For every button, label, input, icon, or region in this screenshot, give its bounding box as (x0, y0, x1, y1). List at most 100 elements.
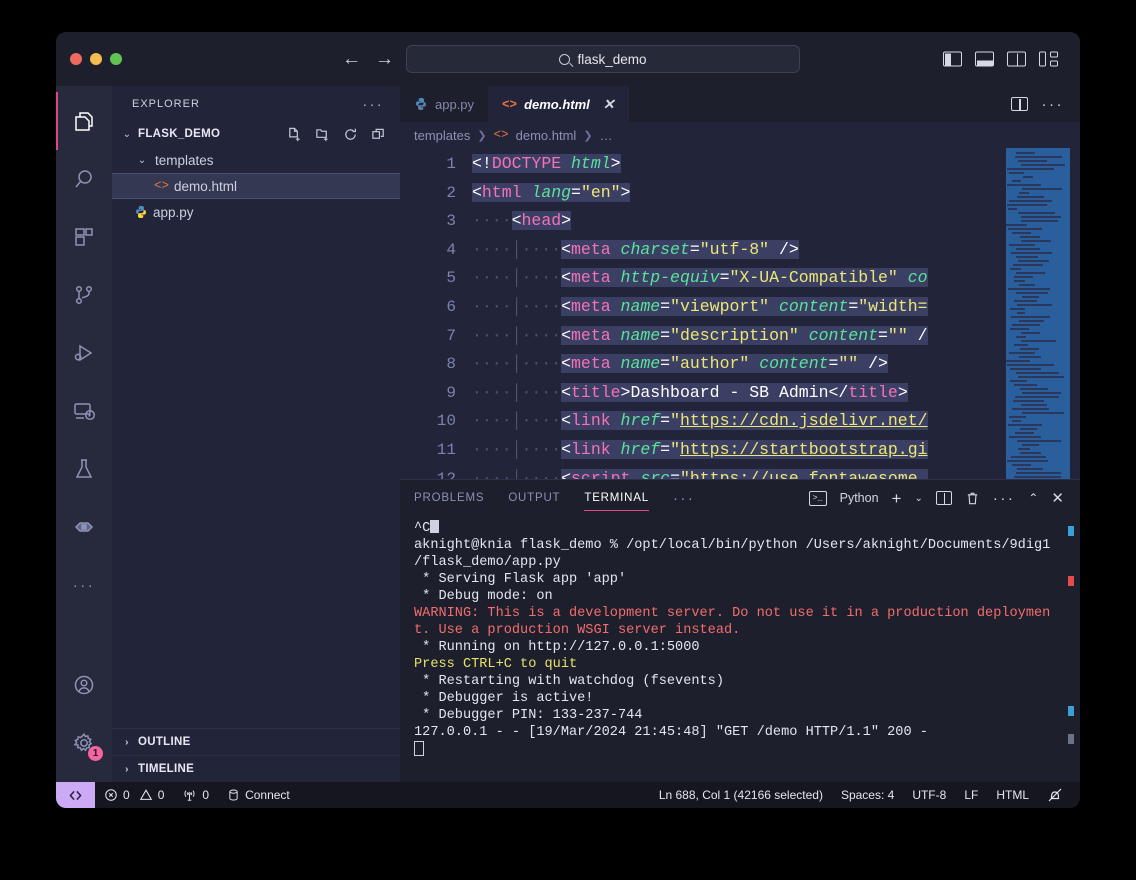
terminal-line-text: * Restarting with watchdog (fsevents) (414, 674, 724, 689)
sidebar-section-outline[interactable]: › OUTLINE (112, 728, 400, 755)
terminal-line-text: ^C (414, 521, 431, 536)
line-number: 1 (446, 155, 456, 173)
status-language-mode[interactable]: HTML (987, 782, 1038, 808)
maximize-panel-icon[interactable]: ⌃ (1028, 491, 1038, 505)
status-ports[interactable]: 0 (173, 782, 218, 808)
status-warning-count: 0 (157, 788, 165, 802)
tab-output[interactable]: OUTPUT (508, 480, 560, 516)
tree-item-demo-html[interactable]: <> demo.html (112, 173, 400, 199)
status-remote-indicator[interactable] (56, 782, 95, 808)
run-debug-icon (74, 344, 93, 362)
remote-window-icon (69, 790, 82, 800)
activity-bar-item-explorer[interactable] (56, 92, 112, 150)
activity-bar-item-extensions[interactable] (56, 208, 112, 266)
panel-tabs-more-icon[interactable]: ··· (673, 480, 696, 516)
close-tab-icon[interactable]: ✕ (603, 96, 615, 113)
breadcrumb-item-symbol[interactable]: … (600, 128, 613, 143)
editor-overview-ruler[interactable] (1070, 148, 1080, 479)
code-editor[interactable]: 1 2 3 4 5 6 7 8 9 10 11 12 <!DOCTYPE htm… (400, 148, 1080, 479)
tab-problems[interactable]: PROBLEMS (414, 480, 484, 516)
terminal-line: /flask_demo/app.py (414, 554, 1080, 571)
editor-more-actions-icon[interactable]: ··· (1042, 96, 1065, 113)
explorer-root-folder[interactable]: ⌄ FLASK_DEMO (112, 121, 400, 147)
terminal-shell-label: Python (839, 491, 879, 505)
new-file-icon[interactable] (287, 127, 302, 142)
close-window-button[interactable] (70, 53, 82, 65)
html-file-icon: <> (502, 97, 518, 112)
minimize-window-button[interactable] (90, 53, 102, 65)
code-line: ····│····<link href="https://cdn.jsdeliv… (472, 411, 928, 431)
activity-bar-item-testing[interactable] (56, 440, 112, 498)
html-file-icon: <> (493, 128, 509, 142)
toggle-panel-icon[interactable] (975, 51, 994, 67)
tree-item-app-py[interactable]: app.py (112, 199, 400, 225)
tab-terminal[interactable]: TERMINAL (584, 480, 649, 516)
status-problems[interactable]: 0 0 (95, 782, 173, 808)
refresh-icon[interactable] (343, 127, 358, 142)
breadcrumb-item-folder[interactable]: templates (414, 128, 470, 143)
collapse-all-icon[interactable] (371, 127, 386, 142)
back-arrow-icon[interactable]: ← (342, 50, 361, 69)
terminal-line: * Debug mode: on (414, 588, 1080, 605)
sidebar-section-timeline[interactable]: › TIMELINE (112, 755, 400, 782)
more-actions-icon: ··· (672, 489, 696, 507)
tab-demo-html[interactable]: <> demo.html ✕ (488, 86, 629, 122)
kill-terminal-trash-icon[interactable] (965, 491, 980, 506)
maximize-window-button[interactable] (110, 53, 122, 65)
new-terminal-icon[interactable]: + (892, 490, 902, 507)
minimap[interactable] (1006, 148, 1070, 479)
activity-bar-item-settings[interactable]: 1 (56, 714, 112, 772)
activity-bar-more-actions[interactable]: ··· (56, 556, 112, 614)
terminal-output[interactable]: ^C ○ aknight@knia flask_demo % /opt/local… (400, 516, 1080, 782)
panel-tab-label: PROBLEMS (414, 492, 485, 504)
close-panel-icon[interactable]: ✕ (1051, 489, 1064, 507)
terminal-line-text: * Debugger is active! (414, 691, 594, 706)
breadcrumb-item-file[interactable]: demo.html (516, 128, 577, 143)
forward-arrow-icon[interactable]: → (375, 50, 394, 69)
title-bar: ← → flask_demo (56, 32, 1080, 86)
tree-item-templates[interactable]: ⌄ templates (112, 147, 400, 173)
testing-flask-icon (75, 459, 93, 478)
toggle-primary-sidebar-icon[interactable] (943, 51, 962, 67)
activity-bar-item-accounts[interactable] (56, 656, 112, 714)
search-icon (75, 170, 92, 188)
status-notifications[interactable] (1038, 782, 1072, 808)
customize-layout-icon[interactable] (1039, 51, 1058, 67)
command-center-search[interactable]: flask_demo (406, 45, 800, 73)
code-content[interactable]: <!DOCTYPE html> <html lang="en"> ····<he… (472, 148, 1080, 479)
status-eol[interactable]: LF (955, 782, 987, 808)
database-icon (229, 789, 238, 801)
panel-more-actions-icon[interactable]: ··· (993, 490, 1016, 507)
status-error-count: 0 (123, 788, 130, 802)
status-connect[interactable]: Connect (218, 782, 299, 808)
sidebar-more-actions-icon[interactable]: ··· (363, 96, 385, 112)
line-number: 7 (446, 326, 456, 345)
terminal-line: * Debugger PIN: 133-237-744 (414, 707, 1080, 724)
tree-item-label: demo.html (174, 178, 238, 194)
code-line: ····│····<script src="https://use.fontaw… (472, 465, 1080, 479)
status-encoding[interactable]: UTF-8 (903, 782, 955, 808)
terminal-dropdown-icon[interactable]: ⌄ (914, 493, 922, 504)
line-number: 6 (446, 297, 456, 316)
toggle-secondary-sidebar-icon[interactable] (1007, 51, 1026, 67)
terminal-overview-ruler[interactable] (1064, 516, 1078, 782)
code-line: ····│····<meta http-equiv="X-UA-Compatib… (472, 268, 928, 288)
radio-tower-icon (184, 790, 195, 801)
line-number: 9 (446, 383, 456, 402)
terminal-line-text: * Debugger PIN: 133-237-744 (414, 708, 643, 723)
status-indentation[interactable]: Spaces: 4 (832, 782, 903, 808)
split-editor-icon[interactable] (1010, 97, 1028, 111)
breadcrumb: templates ❯ <> demo.html ❯ … (400, 122, 1080, 148)
activity-bar-item-docker[interactable] (56, 498, 112, 556)
activity-bar: ··· 1 (56, 86, 112, 782)
activity-bar-item-run-and-debug[interactable] (56, 324, 112, 382)
activity-bar-item-source-control[interactable] (56, 266, 112, 324)
split-terminal-icon[interactable] (935, 491, 952, 505)
activity-bar-item-search[interactable] (56, 150, 112, 208)
new-folder-icon[interactable] (315, 127, 330, 142)
activity-bar-item-remote-explorer[interactable] (56, 382, 112, 440)
sidebar-title: EXPLORER (132, 97, 200, 110)
status-cursor-position[interactable]: Ln 688, Col 1 (42166 selected) (650, 782, 832, 808)
line-number: 2 (446, 183, 456, 202)
tab-app-py[interactable]: app.py (400, 86, 489, 122)
